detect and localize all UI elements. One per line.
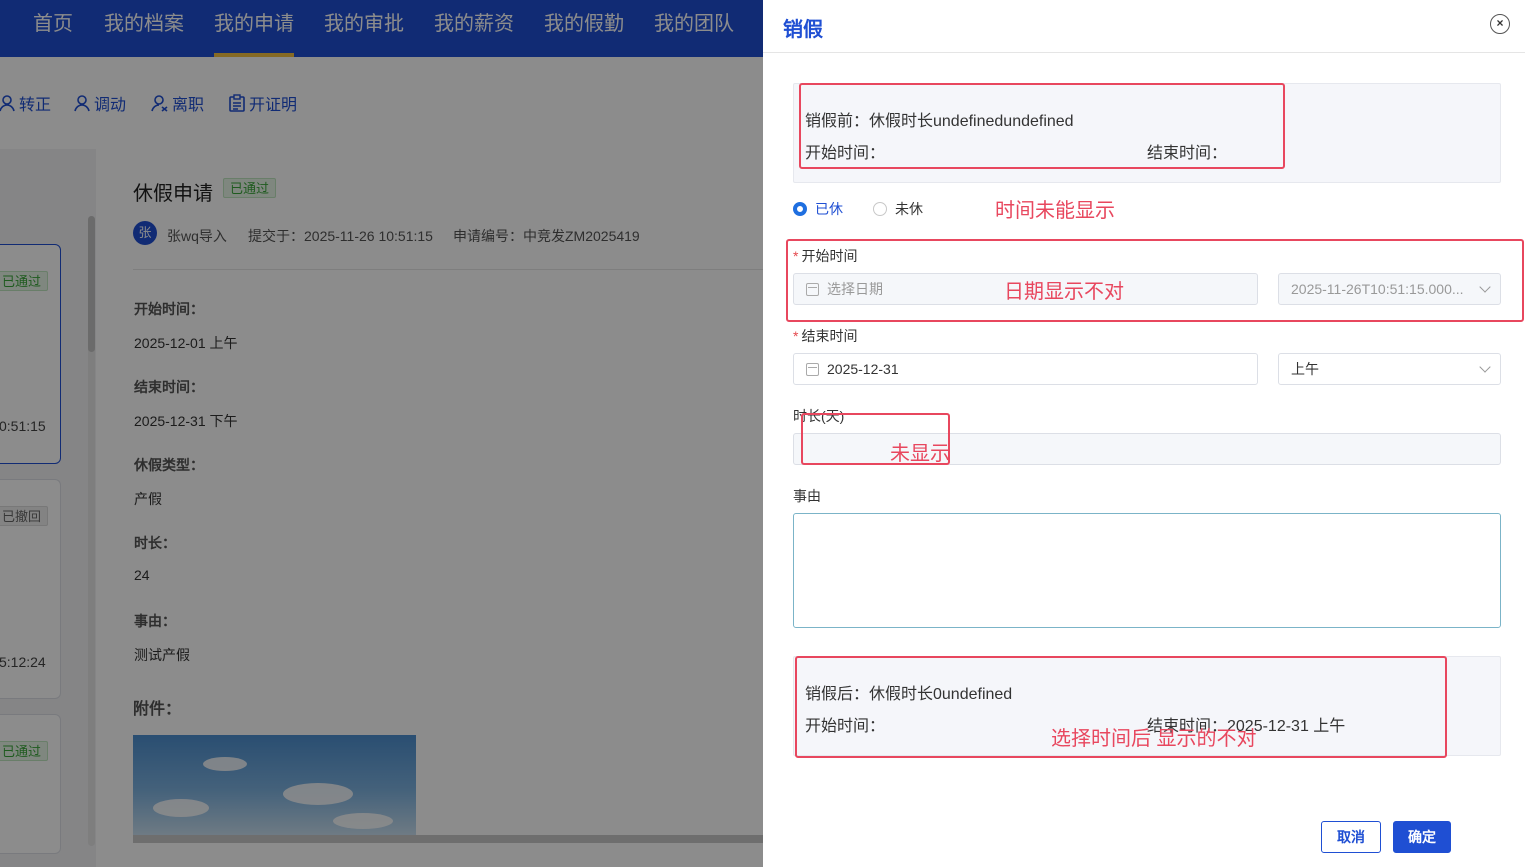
radio-dot: [873, 202, 887, 216]
drawer-header: 销假 ×: [763, 0, 1525, 53]
reason-field-label: 事由: [793, 488, 821, 504]
end-period-select[interactable]: 上午: [1278, 353, 1501, 385]
end-period-value: 上午: [1291, 361, 1319, 377]
modal-overlay[interactable]: [0, 0, 763, 867]
end-date-value: 2025-12-31: [827, 361, 899, 377]
annotation-text: 日期显示不对: [1004, 281, 1124, 303]
end-date-picker[interactable]: 2025-12-31: [793, 353, 1258, 385]
end-time-field-label: * 结束时间: [793, 328, 858, 344]
drawer-title: 销假: [783, 19, 823, 41]
annotation-text: 时间未能显示: [995, 200, 1115, 222]
annotation-box: [786, 239, 1524, 322]
cancel-button[interactable]: 取消: [1321, 821, 1381, 853]
radio-not-taken-label: 未休: [895, 201, 923, 217]
reason-textarea[interactable]: [793, 513, 1501, 628]
radio-dot: [793, 202, 807, 216]
annotation-box: [799, 83, 1285, 169]
close-icon[interactable]: ×: [1490, 14, 1510, 34]
radio-taken-label: 已休: [815, 201, 843, 217]
annotation-text: 选择时间后 显示的不对: [1051, 728, 1257, 750]
radio-not-taken[interactable]: 未休: [873, 200, 923, 218]
calendar-icon: [806, 362, 819, 376]
radio-taken[interactable]: 已休: [793, 200, 843, 218]
chevron-down-icon: [1470, 354, 1500, 384]
confirm-button[interactable]: 确定: [1393, 821, 1451, 853]
annotation-text: 未显示: [890, 443, 950, 465]
